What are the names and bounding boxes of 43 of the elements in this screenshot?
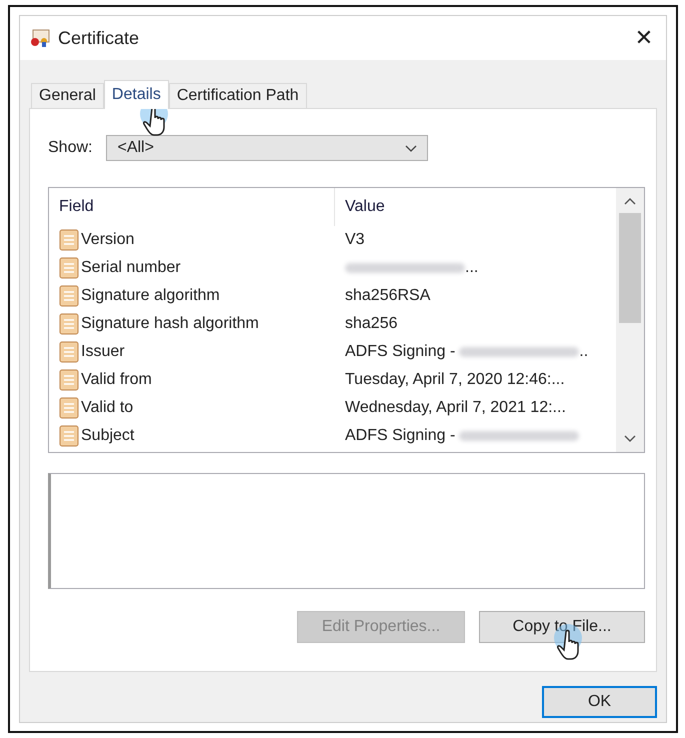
document-icon	[59, 313, 79, 335]
tab[interactable]: General	[31, 83, 104, 108]
field-name: Version	[81, 231, 134, 249]
field-name: Serial number	[81, 259, 181, 277]
scroll-thumb[interactable]	[619, 213, 641, 323]
scroll-up-icon[interactable]	[624, 198, 636, 205]
column-header[interactable]: Value	[335, 188, 616, 226]
scrollbar[interactable]	[616, 188, 644, 452]
field-name: Signature algorithm	[81, 287, 220, 305]
field-value: sha256RSA	[345, 287, 430, 305]
show-dropdown[interactable]: <All>	[106, 135, 428, 161]
document-icon	[59, 341, 79, 363]
field-name: Valid from	[81, 371, 152, 389]
document-icon	[59, 229, 79, 251]
document-icon	[59, 397, 79, 419]
field-value: ADFS Signing -	[345, 343, 456, 361]
field-name: Valid to	[81, 399, 134, 417]
field-value: Tuesday, April 7, 2020 12:46:...	[345, 371, 565, 389]
show-label: Show:	[48, 139, 92, 157]
ellipsis: ..	[579, 343, 588, 361]
close-button[interactable]: ✕	[622, 16, 666, 60]
value-text-box[interactable]	[48, 473, 645, 589]
tab[interactable]: Details	[104, 80, 169, 109]
ellipsis: ...	[465, 259, 478, 277]
column-header[interactable]: Field	[49, 188, 335, 226]
field-value: V3	[345, 231, 365, 249]
window-title: Certificate	[58, 28, 140, 48]
chevron-down-icon	[405, 144, 418, 152]
field-name: Signature hash algorithm	[81, 315, 259, 333]
field-value: ADFS Signing -	[345, 427, 456, 445]
field-name: Subject	[81, 427, 134, 445]
action-button[interactable]: Copy to File...	[479, 611, 645, 643]
ok-button[interactable]: OK	[542, 686, 657, 718]
document-icon	[59, 257, 79, 279]
document-icon	[59, 369, 79, 391]
scroll-down-icon[interactable]	[624, 435, 636, 442]
certificate-icon	[30, 29, 50, 47]
document-icon	[59, 425, 79, 447]
tab[interactable]: Certification Path	[168, 83, 307, 108]
field-value: sha256	[345, 315, 398, 333]
field-value: Wednesday, April 7, 2021 12:...	[345, 399, 566, 417]
document-icon	[59, 285, 79, 307]
field-name: Issuer	[81, 343, 125, 361]
